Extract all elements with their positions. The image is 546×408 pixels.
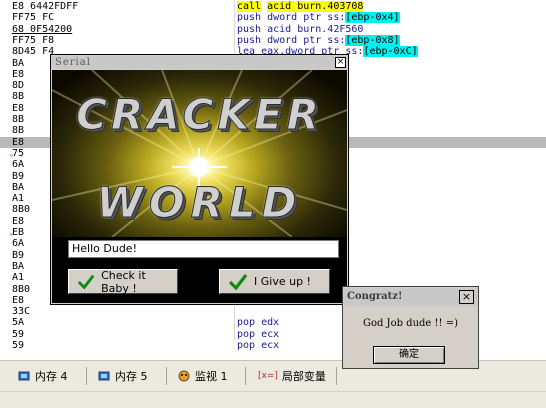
opcode-bytes: BA — [12, 57, 25, 69]
tab-separator — [336, 367, 337, 385]
opcode-bytes: 8B — [12, 114, 25, 125]
opcode-bytes: BA — [12, 181, 25, 193]
opcode-bytes: 6A — [12, 238, 25, 250]
congratz-dialog: Congratz! × God Job dude !! =) 确定 — [342, 286, 479, 369]
opcode-bytes: E8 — [12, 136, 25, 148]
instruction-text: pop ecx — [237, 328, 280, 340]
opcode-bytes: A1 — [12, 193, 25, 205]
logo-cracker: CRACKER — [76, 90, 323, 140]
serial-title: Serial — [55, 57, 91, 68]
opcode-bytes: 5A — [12, 317, 25, 329]
cracker-world-banner: CRACKER WORLD — [52, 70, 347, 237]
opcode-bytes: 68 0F54200 — [12, 23, 73, 35]
tab-label: 局部变量 — [281, 370, 326, 383]
status-bar — [0, 391, 546, 408]
opcode-bytes: 8B — [12, 125, 25, 137]
opcode-bytes: EB — [12, 227, 25, 238]
disasm-row[interactable]: E8 6442FDFF call acid burn.403708 — [0, 1, 546, 12]
ok-button[interactable]: 确定 — [373, 346, 445, 364]
opcode-bytes: BA — [12, 260, 25, 272]
opcode-bytes: 59 — [12, 340, 25, 351]
tab-locals[interactable]: [x=] 局部变量 — [258, 365, 326, 387]
watch-icon — [178, 370, 190, 382]
tab-separator — [166, 367, 167, 385]
instruction-text: push acid burn.42F560 — [237, 23, 364, 35]
disasm-row[interactable]: FF75 FC push dword ptr ss:[ebp-0x4] — [0, 12, 546, 24]
instruction-text: call acid burn.403708 — [237, 1, 364, 12]
opcode-bytes: E8 — [12, 294, 25, 306]
check-button[interactable]: Check it Baby ! — [68, 268, 178, 295]
opcode-bytes: 8D — [12, 80, 25, 92]
check-button-label: Check it Baby ! — [101, 268, 146, 295]
memory-icon — [18, 371, 30, 381]
locals-icon: [x=] — [258, 371, 278, 381]
opcode-bytes: A1 — [12, 272, 25, 284]
opcode-bytes: FF75 F8 — [12, 34, 55, 46]
instruction-text: push dword ptr ss:[ebp-0x8] — [237, 34, 400, 46]
tab-label: 内存 4 — [35, 370, 68, 383]
tab-watch-1[interactable]: 监视 1 — [178, 365, 228, 387]
disasm-row[interactable]: FF75 F8 push dword ptr ss:[ebp-0x8] — [0, 34, 546, 46]
opcode-bytes: B9 — [12, 249, 25, 261]
tab-memory-5[interactable]: 内存 5 — [98, 365, 148, 387]
instruction-text: push dword ptr ss:[ebp-0x4] — [237, 12, 400, 24]
tab-memory-4[interactable]: 内存 4 — [18, 365, 68, 387]
tab-separator — [86, 367, 87, 385]
opcode-bytes: 8B — [12, 91, 25, 103]
opcode-bytes: FF75 FC — [12, 12, 55, 24]
opcode-bytes: 6A — [12, 159, 25, 171]
close-icon[interactable]: × — [459, 290, 474, 304]
opcode-bytes: 8B0 — [12, 283, 31, 295]
close-icon[interactable]: × — [335, 57, 346, 68]
opcode-bytes: E8 — [12, 68, 25, 80]
congratz-title: Congratz! — [347, 291, 403, 302]
congratz-title-bar[interactable]: Congratz! × — [344, 288, 477, 306]
opcode-bytes: E8 6442FDFF — [12, 1, 79, 12]
memory-icon — [98, 371, 110, 381]
name-input[interactable]: Hello Dude! — [68, 240, 339, 258]
opcode-bytes: 59 — [12, 328, 25, 340]
serial-window: Serial × CRACKER WORLD Hello Dude! Check… — [50, 54, 349, 305]
tab-separator — [245, 367, 246, 385]
opcode-bytes: 8D45 F4 — [12, 46, 55, 58]
checkmark-icon — [228, 273, 248, 290]
instruction-text: pop edx — [237, 317, 280, 329]
opcode-bytes: 75 — [12, 147, 25, 159]
tab-label: 监视 1 — [195, 370, 228, 383]
disasm-row[interactable]: 68 0F54200 push acid burn.42F560 — [0, 24, 546, 35]
opcode-bytes: 8B0 — [12, 204, 31, 216]
opcode-bytes: E8 — [12, 102, 25, 114]
tab-label: 内存 5 — [115, 370, 148, 383]
opcode-bytes: 33C — [12, 306, 31, 318]
give-up-button-label: I Give up ! — [254, 275, 311, 288]
logo-world: WORLD — [96, 178, 303, 228]
instruction-text: pop ecx — [237, 340, 280, 351]
serial-controls: Hello Dude! Check it Baby ! I Give up ! — [52, 237, 347, 303]
opcode-bytes: E8 — [12, 215, 25, 227]
opcode-bytes: B9 — [12, 170, 25, 182]
checkmark-icon — [77, 274, 95, 290]
serial-title-bar[interactable]: Serial × — [52, 56, 347, 69]
congratz-message: God Job dude !! =) — [362, 318, 459, 329]
give-up-button[interactable]: I Give up ! — [219, 269, 330, 294]
